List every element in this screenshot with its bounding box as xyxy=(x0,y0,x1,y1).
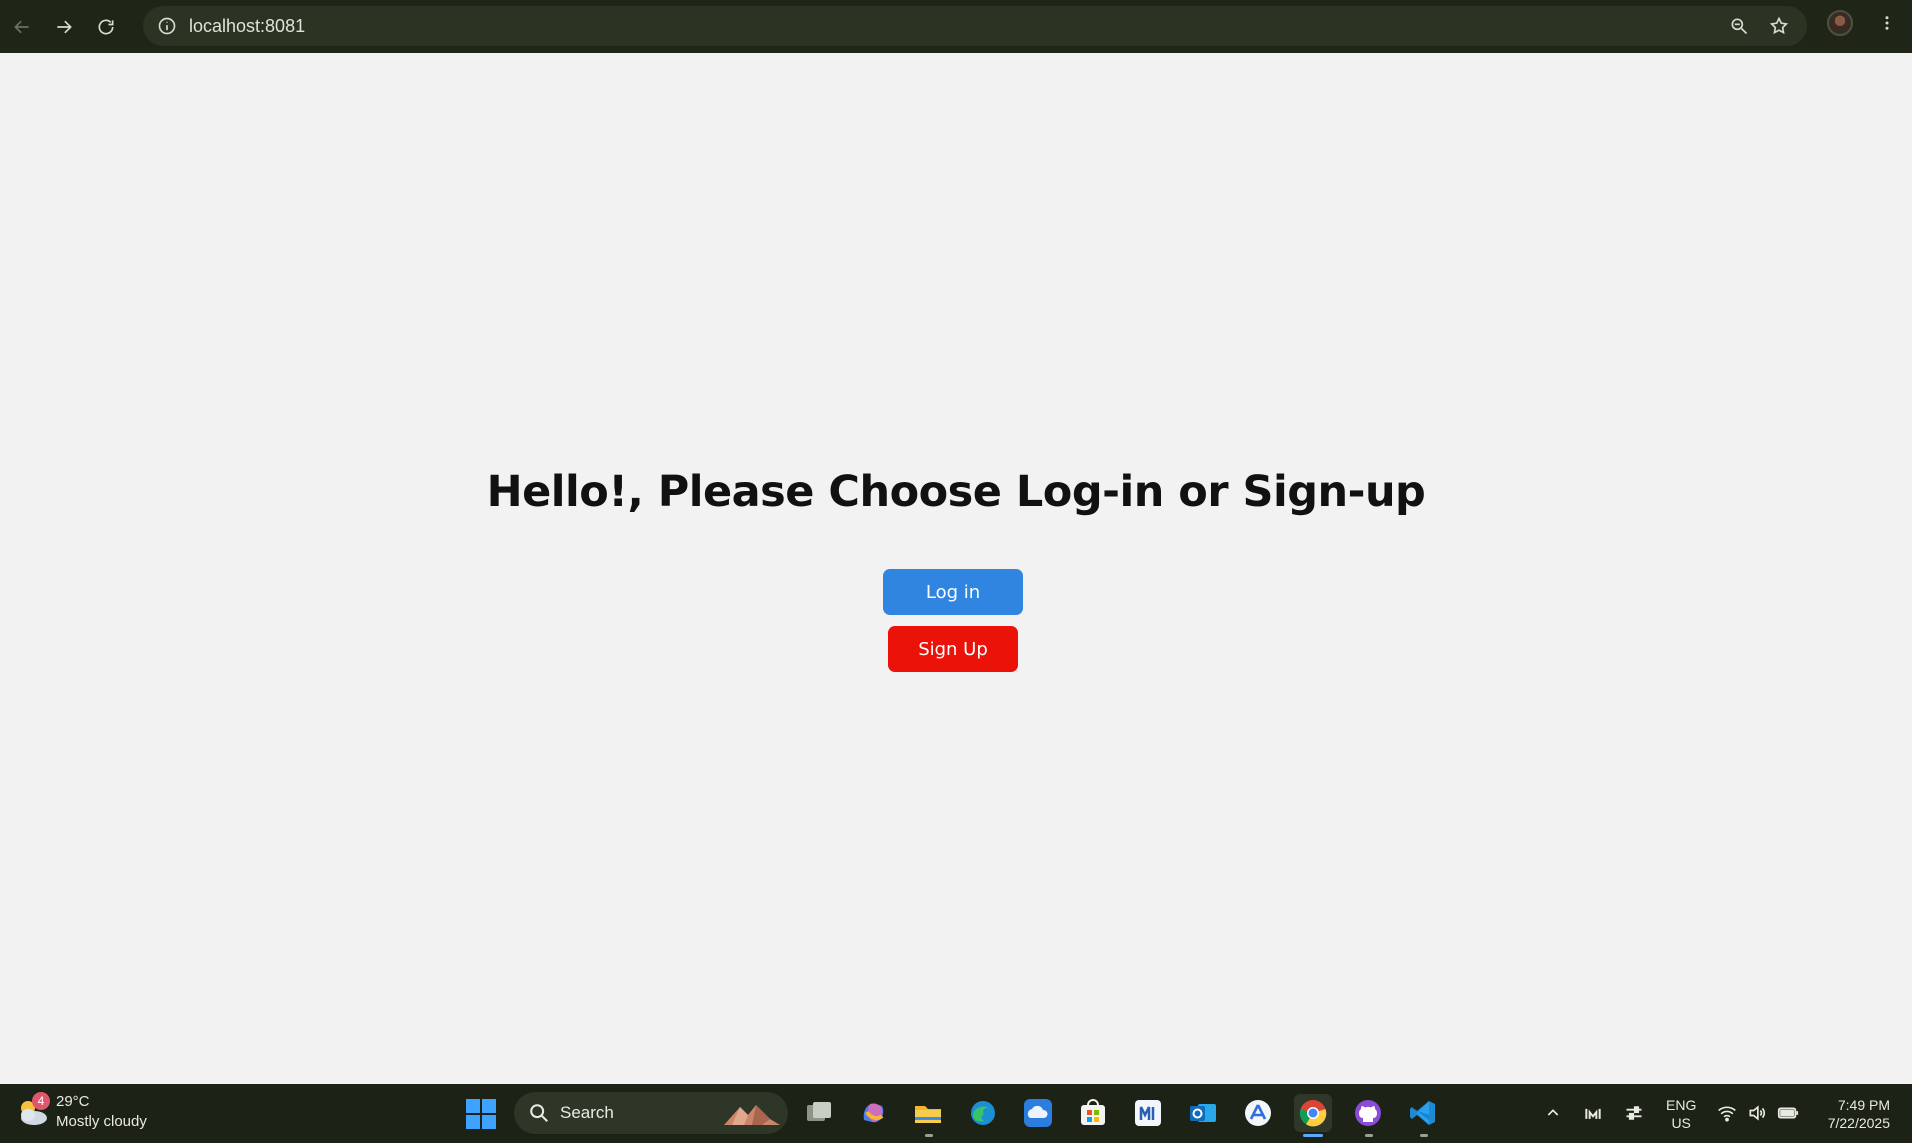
profile-avatar[interactable] xyxy=(1827,10,1853,36)
weather-widget[interactable]: 4 29°C Mostly cloudy xyxy=(14,1092,147,1132)
tray-settings-icon[interactable] xyxy=(1623,1102,1645,1124)
github-running-indicator xyxy=(1365,1134,1373,1137)
copilot-icon[interactable] xyxy=(854,1094,892,1132)
github-desktop-icon[interactable] xyxy=(1349,1094,1387,1132)
cloud-sun-icon: 4 xyxy=(14,1092,50,1130)
browser-toolbar: localhost:8081 xyxy=(0,0,1912,53)
zoom-icon[interactable] xyxy=(1723,10,1755,42)
weather-condition: Mostly cloudy xyxy=(56,1113,147,1130)
bookmark-star-icon[interactable] xyxy=(1763,10,1795,42)
arrow-left-icon xyxy=(14,20,29,33)
browser-menu-button[interactable] xyxy=(1872,8,1902,38)
onedrive-icon[interactable] xyxy=(1019,1094,1057,1132)
vscode-running-indicator xyxy=(1420,1134,1428,1137)
site-info-icon[interactable] xyxy=(147,6,187,46)
vscode-icon[interactable] xyxy=(1404,1094,1442,1132)
windows-start-icon[interactable] xyxy=(466,1099,496,1129)
language-indicator[interactable]: ENG US xyxy=(1666,1096,1696,1132)
file-explorer-running-indicator xyxy=(925,1134,933,1137)
reload-button[interactable] xyxy=(86,7,126,47)
weather-badge: 4 xyxy=(32,1092,50,1110)
microsoft-store-icon[interactable] xyxy=(1074,1094,1112,1132)
taskbar: 4 29°C Mostly cloudy Search ENG US 7:49 … xyxy=(0,1084,1912,1143)
page-title: Hello!, Please Choose Log-in or Sign-up xyxy=(486,467,1426,517)
language-code: ENG xyxy=(1666,1097,1697,1113)
chevron-up-icon[interactable] xyxy=(1542,1102,1564,1124)
clock-date: 7/22/2025 xyxy=(1827,1115,1890,1131)
search-icon xyxy=(530,1104,548,1122)
search-label: Search xyxy=(560,1103,614,1122)
outlook-icon[interactable] xyxy=(1184,1094,1222,1132)
taskbar-search[interactable]: Search xyxy=(514,1092,788,1134)
clock-time: 7:49 PM xyxy=(1837,1097,1890,1113)
app-icon[interactable] xyxy=(1129,1094,1167,1132)
region-code: US xyxy=(1671,1115,1691,1131)
edge-icon[interactable] xyxy=(964,1094,1002,1132)
page-content: Hello!, Please Choose Log-in or Sign-up … xyxy=(0,53,1912,1084)
weather-temperature: 29°C xyxy=(56,1093,90,1110)
signup-button[interactable]: Sign Up xyxy=(888,626,1018,672)
reload-icon xyxy=(98,19,114,35)
file-explorer-icon[interactable] xyxy=(909,1094,947,1132)
search-highlight-image xyxy=(724,1105,780,1125)
chrome-icon[interactable] xyxy=(1294,1094,1332,1132)
tray-app-icon[interactable] xyxy=(1582,1102,1604,1124)
back-button[interactable] xyxy=(2,7,42,47)
more-vertical-icon xyxy=(1885,16,1889,30)
login-button[interactable]: Log in xyxy=(883,569,1023,615)
app-store-icon[interactable] xyxy=(1239,1094,1277,1132)
chrome-active-indicator xyxy=(1303,1134,1323,1137)
battery-icon[interactable] xyxy=(1777,1102,1799,1124)
arrow-right-icon xyxy=(57,20,72,33)
taskbar-clock[interactable]: 7:49 PM 7/22/2025 xyxy=(1812,1096,1890,1132)
task-view-icon[interactable] xyxy=(800,1094,838,1132)
address-bar[interactable]: localhost:8081 xyxy=(143,6,1807,46)
forward-button[interactable] xyxy=(44,7,84,47)
url-text[interactable]: localhost:8081 xyxy=(189,16,305,37)
wifi-icon[interactable] xyxy=(1716,1102,1738,1124)
volume-icon[interactable] xyxy=(1746,1102,1768,1124)
